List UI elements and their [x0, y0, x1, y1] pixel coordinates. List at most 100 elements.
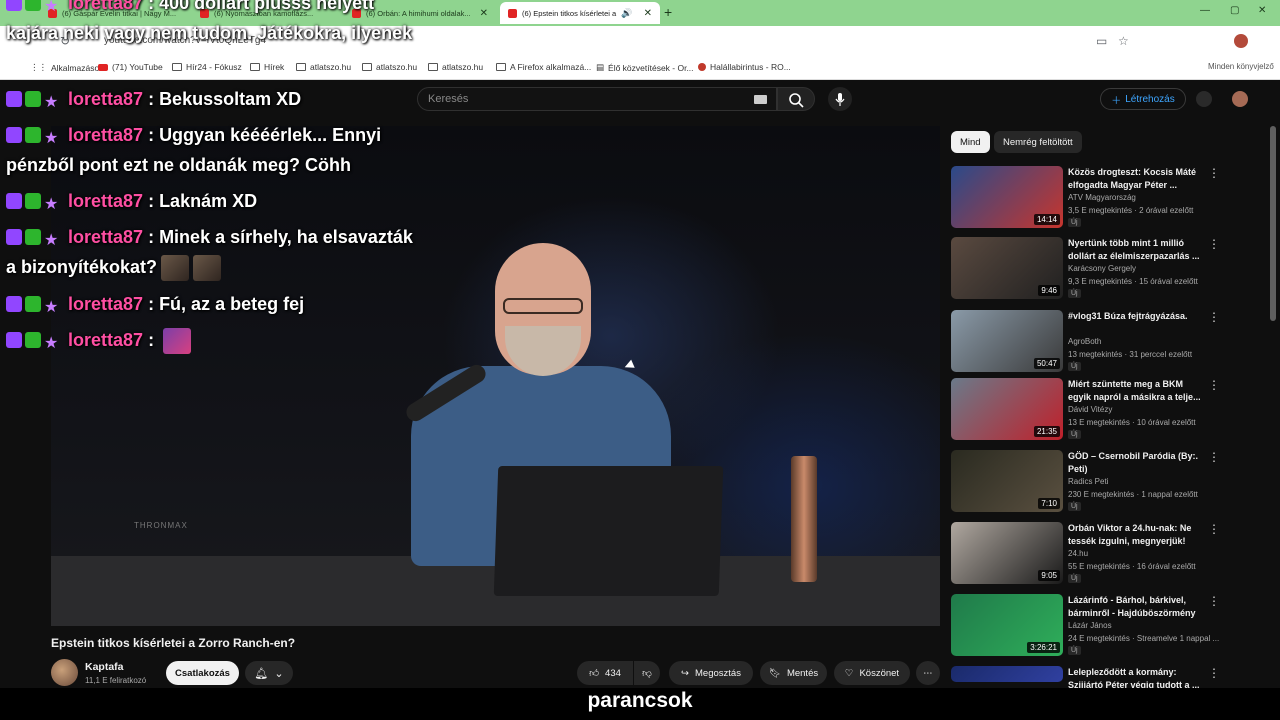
chat-message: ★ loretta87 : 400 dollárt plusss helyett… — [6, 0, 426, 48]
verified-badge-icon — [25, 0, 41, 11]
channel-avatar[interactable] — [51, 659, 78, 686]
notifications-icon[interactable] — [1196, 91, 1212, 107]
twitch-badge-icon — [6, 229, 22, 245]
cast-icon[interactable]: ▭ — [1096, 34, 1107, 48]
recommendation-title[interactable]: Nyertünk több mint 1 millió dollárt az é… — [1068, 237, 1208, 262]
dislike-button[interactable]: 👎︎ — [634, 661, 660, 685]
maximize-icon[interactable]: ▢ — [1230, 5, 1239, 16]
notification-bell-button[interactable]: 🔔︎ ⌄ — [245, 661, 293, 685]
video-duration: 3:26:21 — [1027, 642, 1060, 653]
video-duration: 21:35 — [1033, 426, 1060, 437]
search-button[interactable] — [777, 87, 815, 111]
recommendation-item[interactable]: 21:35 Miért szüntette meg a BKM egyik nap… — [951, 378, 1251, 444]
video-thumbnail[interactable]: 3:26:21 — [951, 594, 1063, 656]
new-badge: Új — [1068, 646, 1081, 655]
recommendation-item[interactable]: 14:14 Közös drogteszt: Kocsis Máté elfoga… — [951, 166, 1251, 232]
bookmark-item[interactable]: Hír24 - Fókusz — [172, 62, 242, 72]
new-tab-icon[interactable]: + — [664, 4, 672, 20]
recommendation-meta: 13 E megtekintés · 10 órával ezelőtt — [1068, 418, 1196, 427]
twitch-badge-icon — [6, 127, 22, 143]
speaker-icon[interactable]: 🔊 — [621, 8, 632, 19]
thumbs-down-icon: 👎︎ — [642, 668, 652, 679]
save-button[interactable]: 🔖︎ Mentés — [760, 661, 827, 685]
recommendation-channel[interactable]: Dávid Vitézy — [1068, 405, 1112, 414]
channel-subscribers: 11,1 E feliratkozó — [85, 676, 147, 685]
video-thumbnail[interactable]: 7:10 — [951, 450, 1063, 512]
browser-tab-active[interactable]: (6) Epstein titkos kísérletei a 🔊 ✕ — [500, 2, 660, 24]
minimize-icon[interactable]: — — [1200, 5, 1210, 16]
close-tab-icon[interactable]: ✕ — [644, 8, 652, 19]
bookmark-item[interactable]: ▤ Élő közvetítések - Or... — [596, 62, 694, 73]
bookmark-item[interactable]: (71) YouTube — [98, 62, 163, 72]
recommendation-title[interactable]: Közös drogteszt: Kocsis Máté elfogadta M… — [1068, 166, 1208, 191]
recommendation-channel[interactable]: 24.hu — [1068, 549, 1088, 558]
bookmark-item[interactable]: Halállabirintus - RO... — [698, 62, 791, 72]
recommendation-title[interactable]: #vlog31 Búza fejtrágyázása. — [1068, 310, 1208, 323]
chat-emote — [161, 255, 190, 281]
close-tab-icon[interactable]: ✕ — [480, 8, 488, 19]
thanks-button[interactable]: ♡ Köszönet — [834, 661, 910, 685]
bookmark-item[interactable]: Hírek — [250, 62, 284, 72]
channel-name[interactable]: Kaptafa — [85, 661, 124, 673]
recommendation-item[interactable]: 3:26:21 Lázárinfó - Bárhol, bárkivel, bár… — [951, 594, 1251, 660]
video-thumbnail[interactable]: 14:14 — [951, 166, 1063, 228]
more-vertical-icon[interactable]: ⋮ — [1208, 450, 1220, 464]
chip-all[interactable]: Mind — [951, 131, 990, 153]
more-vertical-icon[interactable]: ⋮ — [1208, 378, 1220, 392]
recommendation-channel[interactable]: ATV Magyarország — [1068, 193, 1136, 202]
chat-message: ★ loretta87 : Uggyan kéééérlek... Ennyi … — [6, 125, 382, 175]
twitch-badge-icon — [6, 193, 22, 209]
bookmark-item[interactable]: atlatszo.hu — [428, 62, 483, 72]
more-actions-button[interactable]: ⋯ — [916, 661, 940, 685]
scrollbar[interactable] — [1270, 126, 1276, 321]
recommendation-item[interactable]: 7:10 GÖD – Csernobil Paródia (By:. Peti) R… — [951, 450, 1251, 516]
recommendation-title[interactable]: GÖD – Csernobil Paródia (By:. Peti) — [1068, 450, 1208, 475]
recommendation-item[interactable]: 9:05 Orbán Viktor a 24.hu-nak: Ne tessék … — [951, 522, 1251, 588]
video-thumbnail[interactable]: 9:46 — [951, 237, 1063, 299]
video-duration: 7:10 — [1038, 498, 1060, 509]
video-thumbnail[interactable] — [951, 666, 1063, 682]
voice-search-button[interactable] — [828, 87, 852, 111]
search-input[interactable]: Keresés — [417, 87, 777, 111]
more-vertical-icon[interactable]: ⋮ — [1208, 666, 1220, 680]
verified-badge-icon — [25, 127, 41, 143]
close-window-icon[interactable]: ✕ — [1258, 5, 1266, 16]
more-vertical-icon[interactable]: ⋮ — [1208, 166, 1220, 180]
account-avatar[interactable] — [1232, 91, 1248, 107]
keyboard-icon[interactable] — [754, 95, 767, 104]
recommendation-item[interactable]: 50:47 #vlog31 Búza fejtrágyázása. AgroBoth… — [951, 310, 1251, 376]
thumbs-up-icon: 👍︎ — [589, 668, 600, 679]
more-vertical-icon[interactable]: ⋮ — [1208, 310, 1220, 324]
share-button[interactable]: ↪ Megosztás — [669, 661, 753, 685]
recommendation-channel[interactable]: Karácsony Gergely — [1068, 264, 1136, 273]
chip-recent[interactable]: Nemrég feltöltött — [994, 131, 1082, 153]
all-bookmarks-link[interactable]: Minden könyvjelző — [1208, 62, 1274, 71]
more-vertical-icon[interactable]: ⋮ — [1208, 237, 1220, 251]
recommendation-title[interactable]: Lázárinfó - Bárhol, bárkivel, bárminről … — [1068, 594, 1208, 619]
bookmark-item[interactable]: A Firefox alkalmazá... — [496, 62, 591, 72]
recommendation-channel[interactable]: Radics Peti — [1068, 477, 1108, 486]
recommendation-meta: 230 E megtekintés · 1 nappal ezelőtt — [1068, 490, 1198, 499]
video-thumbnail[interactable]: 50:47 — [951, 310, 1063, 372]
more-vertical-icon[interactable]: ⋮ — [1208, 522, 1220, 536]
bookmark-item[interactable]: atlatszo.hu — [362, 62, 417, 72]
more-vertical-icon[interactable]: ⋮ — [1208, 594, 1220, 608]
video-brand-text: THRONMAX — [134, 521, 188, 530]
video-title: Epstein titkos kísérletei a Zorro Ranch-… — [51, 636, 296, 650]
like-button[interactable]: 👍︎ 434 — [577, 661, 633, 685]
video-thumbnail[interactable]: 21:35 — [951, 378, 1063, 440]
recommendation-item[interactable]: 9:46 Nyertünk több mint 1 millió dollárt … — [951, 237, 1251, 303]
recommendation-title[interactable]: Miért szüntette meg a BKM egyik napról a… — [1068, 378, 1208, 403]
recommendation-title[interactable]: Orbán Viktor a 24.hu-nak: Ne tessék izgu… — [1068, 522, 1208, 547]
chat-username: loretta87 — [68, 330, 144, 350]
bookmark-star-icon[interactable]: ☆ — [1118, 34, 1129, 48]
recommendation-channel[interactable]: AgroBoth — [1068, 337, 1101, 346]
bookmark-item[interactable]: atlatszo.hu — [296, 62, 351, 72]
recommendation-channel[interactable]: Lázár János — [1068, 621, 1112, 630]
chat-text: 400 dollárt plusss helyett kajára neki v… — [6, 0, 413, 43]
bookmark-item[interactable]: ⋮⋮ Alkalmazások — [30, 62, 103, 73]
join-button[interactable]: Csatlakozás — [166, 661, 239, 685]
video-thumbnail[interactable]: 9:05 — [951, 522, 1063, 584]
browser-profile-avatar[interactable] — [1234, 34, 1248, 48]
create-button[interactable]: ＋ Létrehozás — [1100, 88, 1186, 110]
